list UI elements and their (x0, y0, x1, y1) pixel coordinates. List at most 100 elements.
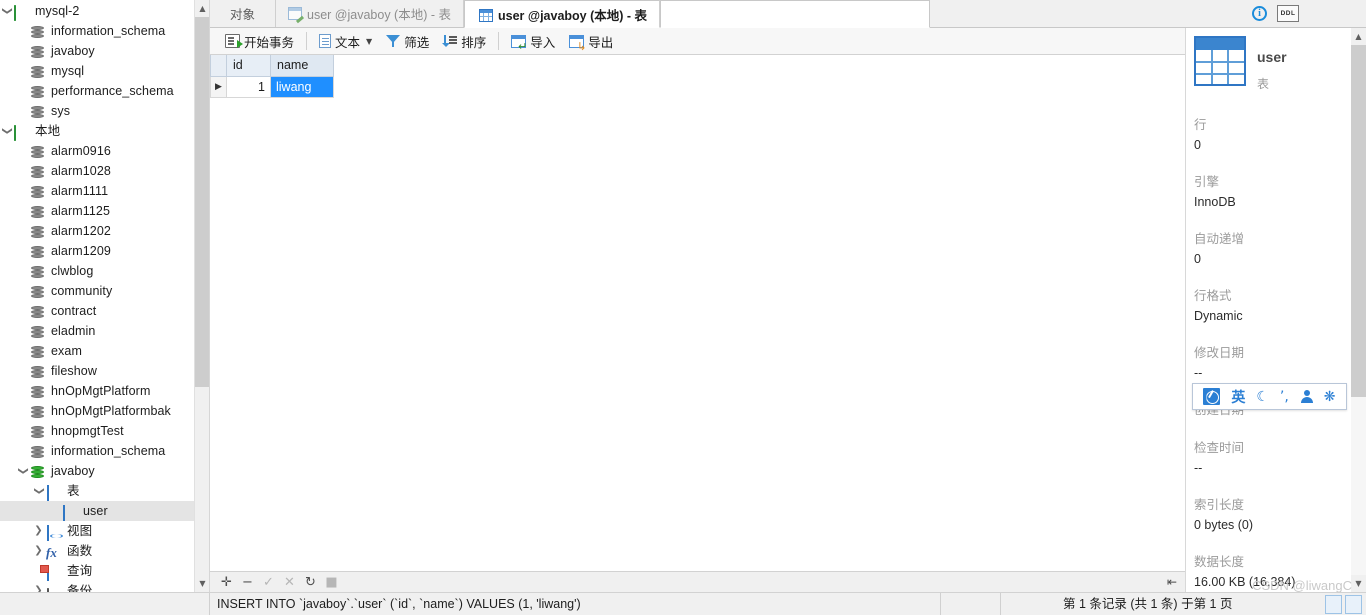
row-marker-icon[interactable]: ▶ (210, 76, 227, 98)
tree-item-label: performance_schema (51, 84, 174, 98)
status-bar-sql: INSERT INTO `javaboy`.`user` (`id`, `nam… (217, 597, 581, 611)
add-record-button[interactable]: ✛ (216, 573, 237, 592)
tree-item-hnopmgtplatformbak[interactable]: hnOpMgtPlatformbak (0, 401, 209, 421)
tree-item-community[interactable]: community (0, 281, 209, 301)
tree-item-表[interactable]: ❯ 表 (0, 481, 209, 501)
refresh-button[interactable]: ↻ (300, 573, 321, 592)
corner-icon[interactable] (1345, 595, 1362, 614)
info-icon[interactable]: i (1252, 6, 1267, 21)
tab-table-design[interactable]: user @javaboy (本地) - 表 (276, 0, 464, 27)
tree-item-查询[interactable]: 查询 (0, 561, 209, 581)
tree-item-performance_schema[interactable]: performance_schema (0, 81, 209, 101)
export-button[interactable]: 导出 (562, 30, 620, 53)
ime-toolbar[interactable]: 英 ☾ ’, ❋ (1192, 383, 1347, 410)
chevron-right-icon[interactable]: ❯ (32, 521, 45, 541)
text-button[interactable]: 文本 ▼ (312, 30, 379, 53)
info-scroll-up-icon[interactable]: ▲ (1351, 28, 1366, 45)
chevron-right-icon[interactable]: ❯ (32, 581, 45, 592)
status-separator (940, 593, 941, 615)
database-icon (29, 323, 46, 339)
tree-item-本地[interactable]: ❯ 本地 (0, 121, 209, 141)
tree-item-clwblog[interactable]: clwblog (0, 261, 209, 281)
sidebar-scroll-down-icon[interactable]: ▼ (195, 575, 209, 592)
sidebar-scroll-thumb[interactable] (195, 17, 209, 387)
tree-item-alarm1125[interactable]: alarm1125 (0, 201, 209, 221)
data-grid[interactable]: id name ▶ 1 liwang (210, 55, 334, 98)
tree-item-fileshow[interactable]: fileshow (0, 361, 209, 381)
tree-item-contract[interactable]: contract (0, 301, 209, 321)
begin-transaction-button[interactable]: 开始事务 (218, 30, 301, 53)
tree-item-label: sys (51, 104, 71, 118)
info-field-value: -- (1194, 366, 1203, 380)
cell-id[interactable]: 1 (226, 76, 271, 98)
table-row[interactable]: ▶ 1 liwang (210, 76, 334, 98)
cell-name[interactable]: liwang (270, 76, 334, 98)
database-open-icon (29, 463, 46, 479)
table-large-icon (1194, 36, 1246, 86)
chevron-down-icon[interactable]: ▼ (366, 37, 372, 46)
info-field: 行格式 Dynamic (1194, 285, 1352, 323)
tree-item-label: mysql (51, 64, 85, 78)
ime-language-icon[interactable]: 英 (1231, 387, 1245, 407)
tree-item-alarm1209[interactable]: alarm1209 (0, 241, 209, 261)
tree-item-备份[interactable]: ❯ 备份 (0, 581, 209, 592)
tree-item-mysql-2[interactable]: ❯ mysql-2 (0, 1, 209, 21)
ime-moon-icon[interactable]: ☾ (1256, 389, 1269, 405)
ime-punctuation-icon[interactable]: ’, (1280, 389, 1289, 405)
first-page-button[interactable]: ⇤ (1161, 573, 1183, 592)
tab-objects[interactable]: 对象 (210, 0, 277, 27)
corner-icon[interactable] (1325, 595, 1342, 614)
tree-item-alarm1111[interactable]: alarm1111 (0, 181, 209, 201)
info-field-label: 数据长度 (1194, 555, 1245, 569)
info-field: 索引长度 0 bytes (0) (1194, 494, 1352, 532)
grid-corner-header[interactable] (210, 55, 227, 77)
filter-button[interactable]: 筛选 (379, 30, 436, 53)
info-field: 引擎 InnoDB (1194, 171, 1352, 209)
tree-item-hnopmgtplatform[interactable]: hnOpMgtPlatform (0, 381, 209, 401)
tree-item-eladmin[interactable]: eladmin (0, 321, 209, 341)
column-header-name[interactable]: name (270, 55, 334, 77)
view-icon (45, 523, 62, 541)
info-scroll-thumb[interactable] (1351, 45, 1366, 397)
info-panel-title: user (1257, 49, 1287, 65)
tree-item-函数[interactable]: ❯ fx 函数 (0, 541, 209, 561)
import-button[interactable]: 导入 (504, 30, 562, 53)
ime-logo-icon[interactable] (1203, 388, 1221, 405)
chevron-right-icon[interactable]: ❯ (32, 541, 45, 561)
tree-item-mysql[interactable]: mysql (0, 61, 209, 81)
database-icon (29, 423, 46, 439)
tree-item-alarm1028[interactable]: alarm1028 (0, 161, 209, 181)
tree-item-javaboy[interactable]: ❯ javaboy (0, 461, 209, 481)
tree-item-information_schema[interactable]: information_schema (0, 441, 209, 461)
tree-item-alarm1202[interactable]: alarm1202 (0, 221, 209, 241)
tree-item-hnopmgttest[interactable]: hnopmgtTest (0, 421, 209, 441)
delete-record-button[interactable]: − (237, 573, 258, 592)
tree-item-alarm0916[interactable]: alarm0916 (0, 141, 209, 161)
sort-button[interactable]: 排序 (436, 30, 493, 53)
tree-item-视图[interactable]: ❯ 视图 (0, 521, 209, 541)
tree-item-user[interactable]: user (0, 501, 209, 521)
ime-settings-icon[interactable]: ❋ (1324, 389, 1336, 405)
tree-item-label: fileshow (51, 364, 97, 378)
database-icon (29, 223, 46, 239)
column-header-id[interactable]: id (226, 55, 271, 77)
info-panel-scrollbar[interactable]: ▲ ▼ (1351, 28, 1366, 592)
tree-item-sys[interactable]: sys (0, 101, 209, 121)
tree-item-javaboy[interactable]: javaboy (0, 41, 209, 61)
record-count-label: 第 1 条记录 (共 1 条) 于第 1 页 (1063, 597, 1233, 611)
tab-table-data[interactable]: user @javaboy (本地) - 表 (464, 0, 661, 28)
sidebar-scrollbar[interactable]: ▲ ▼ (194, 0, 209, 592)
export-label: 导出 (588, 35, 614, 50)
corner-icon-group (1325, 595, 1362, 614)
info-field-label: 引擎 (1194, 175, 1220, 189)
tree-item-label: 本地 (35, 124, 61, 138)
database-tree-sidebar: ❯ mysql-2 information_schema javaboy mysql pe… (0, 0, 210, 592)
ime-user-icon[interactable] (1300, 389, 1313, 404)
sidebar-scroll-up-icon[interactable]: ▲ (195, 0, 209, 17)
ddl-button[interactable]: DDL (1277, 5, 1299, 22)
info-scroll-down-icon[interactable]: ▼ (1351, 575, 1366, 592)
tree-item-exam[interactable]: exam (0, 341, 209, 361)
tree-item-information_schema[interactable]: information_schema (0, 21, 209, 41)
tree-item-label: javaboy (51, 464, 95, 478)
database-icon (29, 403, 46, 419)
